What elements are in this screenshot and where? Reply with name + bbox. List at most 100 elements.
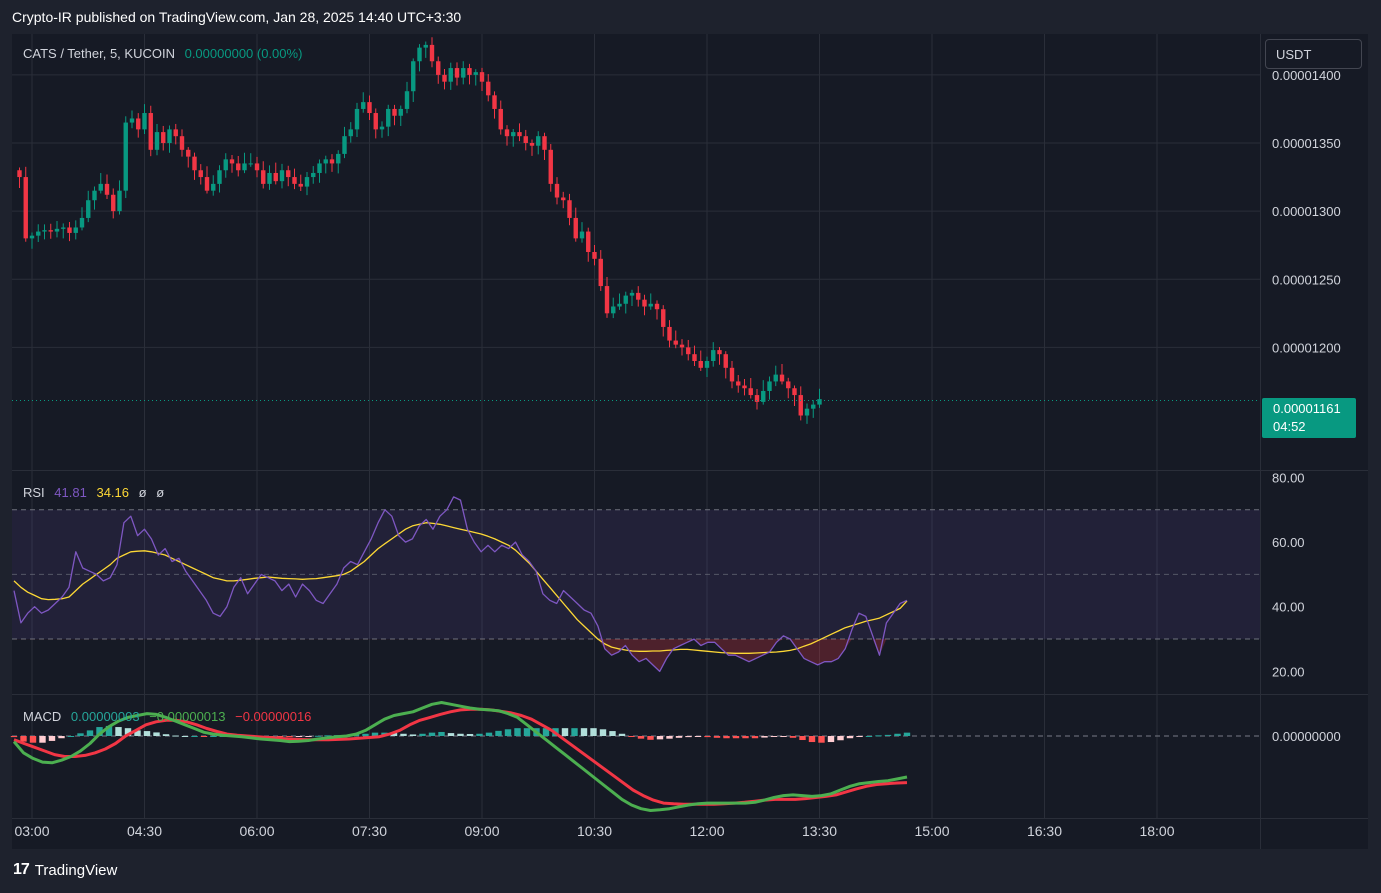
candle-body [679,344,685,348]
candle-body [454,68,460,78]
candle-body [48,230,53,232]
macd-histogram-bar [846,736,854,739]
candle-body [486,81,491,96]
rsi-na-1: ø [138,485,147,500]
candle-body [536,136,541,146]
macd-histogram-bar [29,736,37,743]
candle-body [86,200,91,218]
macd-histogram-bar [447,733,455,736]
candle-body [492,95,497,109]
candle-body [579,231,585,239]
macd-histogram-bar [295,736,303,737]
macd-histogram-bar [77,733,84,736]
rsi-value: 41.81 [54,485,87,500]
symbol-title: CATS / Tether, 5, KUCOIN [23,46,175,61]
candle-body [729,367,735,382]
candle-body [186,149,191,157]
candle-body [179,136,185,150]
rsi-legend[interactable]: RSI 41.81 34.16 ø ø [23,485,170,500]
rsi-title: RSI [23,485,45,500]
candle-body [204,177,210,191]
macd-histogram-bar [903,732,911,736]
candle-body [298,183,303,187]
macd-histogram-bar [799,736,806,741]
candle-body [798,395,803,416]
price-tick-label: 0.00001200 [1272,340,1341,355]
candle-body [217,170,222,184]
macd-histogram-bar [628,736,635,737]
candle-body [192,156,197,171]
macd-histogram-bar [162,734,170,736]
macd-histogram-bar [495,730,502,736]
candle-body [73,227,78,233]
candle-body [561,197,566,201]
macd-histogram-bar [362,733,369,736]
candle-body [511,132,516,137]
candle-body [504,129,510,137]
candle-body [767,381,772,391]
candle-body [254,163,260,171]
time-tick-label: 09:00 [464,823,499,839]
candle-body [629,292,635,296]
macd-histogram-bar [305,736,312,737]
candle-body [642,299,647,307]
tradingview-logo[interactable]: 17 TradingView [13,861,117,879]
tradingview-icon: 17 [13,861,30,878]
candle-body [304,177,310,187]
chart-canvas[interactable]: 03:00 04:30 06:00 07:30 09:00 10:30 12:00 13:30… [0,0,1381,893]
candle-body [804,408,810,416]
candle-body [136,118,141,130]
macd-histogram-bar [39,736,46,743]
macd-histogram-bar [884,734,892,736]
candle-body [473,72,478,75]
candle-body [98,183,103,191]
candle-body [148,113,153,150]
time-tick-label: 07:30 [352,823,387,839]
macd-histogram-bar [314,735,322,737]
candle-body [736,381,741,386]
candle-body [223,159,228,171]
macd-histogram-bar [48,736,56,741]
currency-button[interactable]: USDT [1265,39,1362,69]
symbol-legend[interactable]: CATS / Tether, 5, KUCOIN 0.00000000 (0.0… [23,46,308,61]
rsi-ma-value: 34.16 [96,485,130,500]
candle-body [173,129,178,137]
macd-histogram-bar [438,731,445,736]
last-price-value: 0.00001161 [1273,401,1341,416]
macd-histogram-bar [865,736,873,737]
macd-histogram-bar [561,728,569,736]
macd-histogram-bar [10,736,18,738]
candle-body [523,136,528,143]
candle-body [786,381,791,389]
macd-legend[interactable]: MACD 0.00000003 −0.00000013 −0.00000016 [23,709,317,724]
price-tick-label: 0.00001250 [1272,272,1341,287]
candle-body [461,68,466,78]
candle-body [123,122,128,191]
candle-body [129,118,135,123]
tradingview-wordmark: TradingView [34,861,118,879]
candle-body [661,309,666,327]
candle-body [748,388,753,396]
macd-histogram-bar [789,736,797,738]
macd-histogram-bar [723,736,730,739]
candle-body [17,170,22,178]
macd-histogram-bar [523,728,531,736]
time-tick-label: 18:00 [1139,823,1174,839]
candle-body [117,190,122,212]
macd-histogram-bar [685,736,692,738]
macd-histogram-bar [637,736,645,739]
candle-body [36,231,41,236]
candle-body [436,61,441,75]
candle-body [286,170,291,178]
macd-hist-value: 0.00000003 [70,709,140,724]
candle-body [236,163,241,171]
macd-histogram-bar [599,729,607,736]
candle-body [111,194,116,212]
macd-histogram-bar [704,736,711,738]
candle-body [704,361,710,368]
candle-body [311,172,316,178]
candle-body [386,108,391,127]
macd-histogram-bar [514,728,521,736]
candle-body [592,252,597,259]
macd-histogram-bar [894,733,901,736]
